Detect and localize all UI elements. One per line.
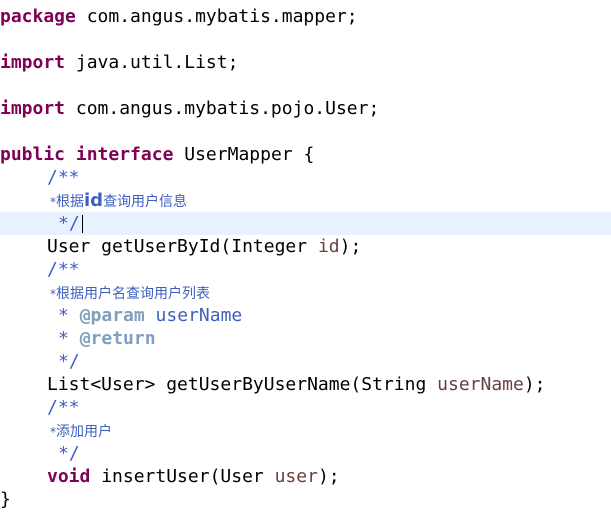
code-line-package: package com.angus.mybatis.mapper; <box>0 5 611 28</box>
code-editor[interactable]: package com.angus.mybatis.mapper; import… <box>0 0 611 513</box>
keyword-import: import <box>0 98 66 119</box>
method-parameter: user <box>274 466 318 487</box>
javadoc-open: /** <box>0 258 611 281</box>
statement-end: ); <box>317 466 340 487</box>
code-line-current: */ <box>0 212 611 235</box>
package-name: com.angus.mybatis.mapper; <box>75 6 358 27</box>
javadoc-open: /** <box>0 396 611 419</box>
keyword-void: void <box>47 466 91 487</box>
javadoc-return-line: * @return <box>0 327 611 350</box>
keyword-import: import <box>0 52 66 73</box>
closing-brace: } <box>0 489 11 510</box>
javadoc-text: 查询用户信息 <box>103 194 188 210</box>
javadoc-text: 添加用户 <box>56 424 112 440</box>
code-line-method-insertuser: void insertUser(User user); <box>0 465 611 488</box>
javadoc-text: id <box>84 190 104 211</box>
javadoc-star: * <box>58 305 69 326</box>
javadoc-param-name: userName <box>144 305 243 326</box>
javadoc-close-token: */ <box>58 443 80 464</box>
javadoc-tag-param: @param <box>79 305 145 326</box>
code-line-close-brace: } <box>0 488 611 511</box>
code-line-interface-decl: public interface UserMapper { <box>0 143 611 166</box>
javadoc-text: 根据 <box>56 194 84 210</box>
javadoc-open-token: /** <box>47 397 80 418</box>
keyword-interface: interface <box>75 144 174 165</box>
javadoc-star: * <box>58 328 69 349</box>
method-parameter: id <box>317 236 340 257</box>
javadoc-line: *根据用户名查询用户列表 <box>0 281 611 304</box>
statement-end: ); <box>523 374 546 395</box>
text-cursor <box>81 215 83 233</box>
javadoc-open-token: /** <box>47 167 80 188</box>
code-line-import-user: import com.angus.mybatis.pojo.User; <box>0 97 611 120</box>
code-line-import-list: import java.util.List; <box>0 51 611 74</box>
import-statement: java.util.List; <box>65 52 239 73</box>
interface-name: UserMapper { <box>173 144 315 165</box>
code-line-method-getuserbyid: User getUserById(Integer id); <box>0 235 611 258</box>
statement-end: ); <box>339 236 362 257</box>
javadoc-param-line: * @param userName <box>0 304 611 327</box>
method-parameter: userName <box>437 374 524 395</box>
keyword-public: public <box>0 144 66 165</box>
javadoc-close-token: */ <box>58 351 80 372</box>
keyword-package: package <box>0 6 76 27</box>
javadoc-tag-return: @return <box>79 328 156 349</box>
method-signature: User getUserById(Integer <box>47 236 318 257</box>
method-signature: insertUser(User <box>90 466 275 487</box>
method-signature: List<User> getUserByUserName(String <box>47 374 438 395</box>
javadoc-close-token: */ <box>58 213 80 234</box>
javadoc-open-token: /** <box>47 259 80 280</box>
javadoc-line: *添加用户 <box>0 419 611 442</box>
javadoc-text: 根据用户名查询用户列表 <box>56 286 210 302</box>
import-statement: com.angus.mybatis.pojo.User; <box>65 98 380 119</box>
javadoc-line: *根据id查询用户信息 <box>0 189 611 212</box>
javadoc-close: */ <box>0 350 611 373</box>
javadoc-open: /** <box>0 166 611 189</box>
code-line-method-getuserbyusername: List<User> getUserByUserName(String user… <box>0 373 611 396</box>
javadoc-close: */ <box>0 442 611 465</box>
